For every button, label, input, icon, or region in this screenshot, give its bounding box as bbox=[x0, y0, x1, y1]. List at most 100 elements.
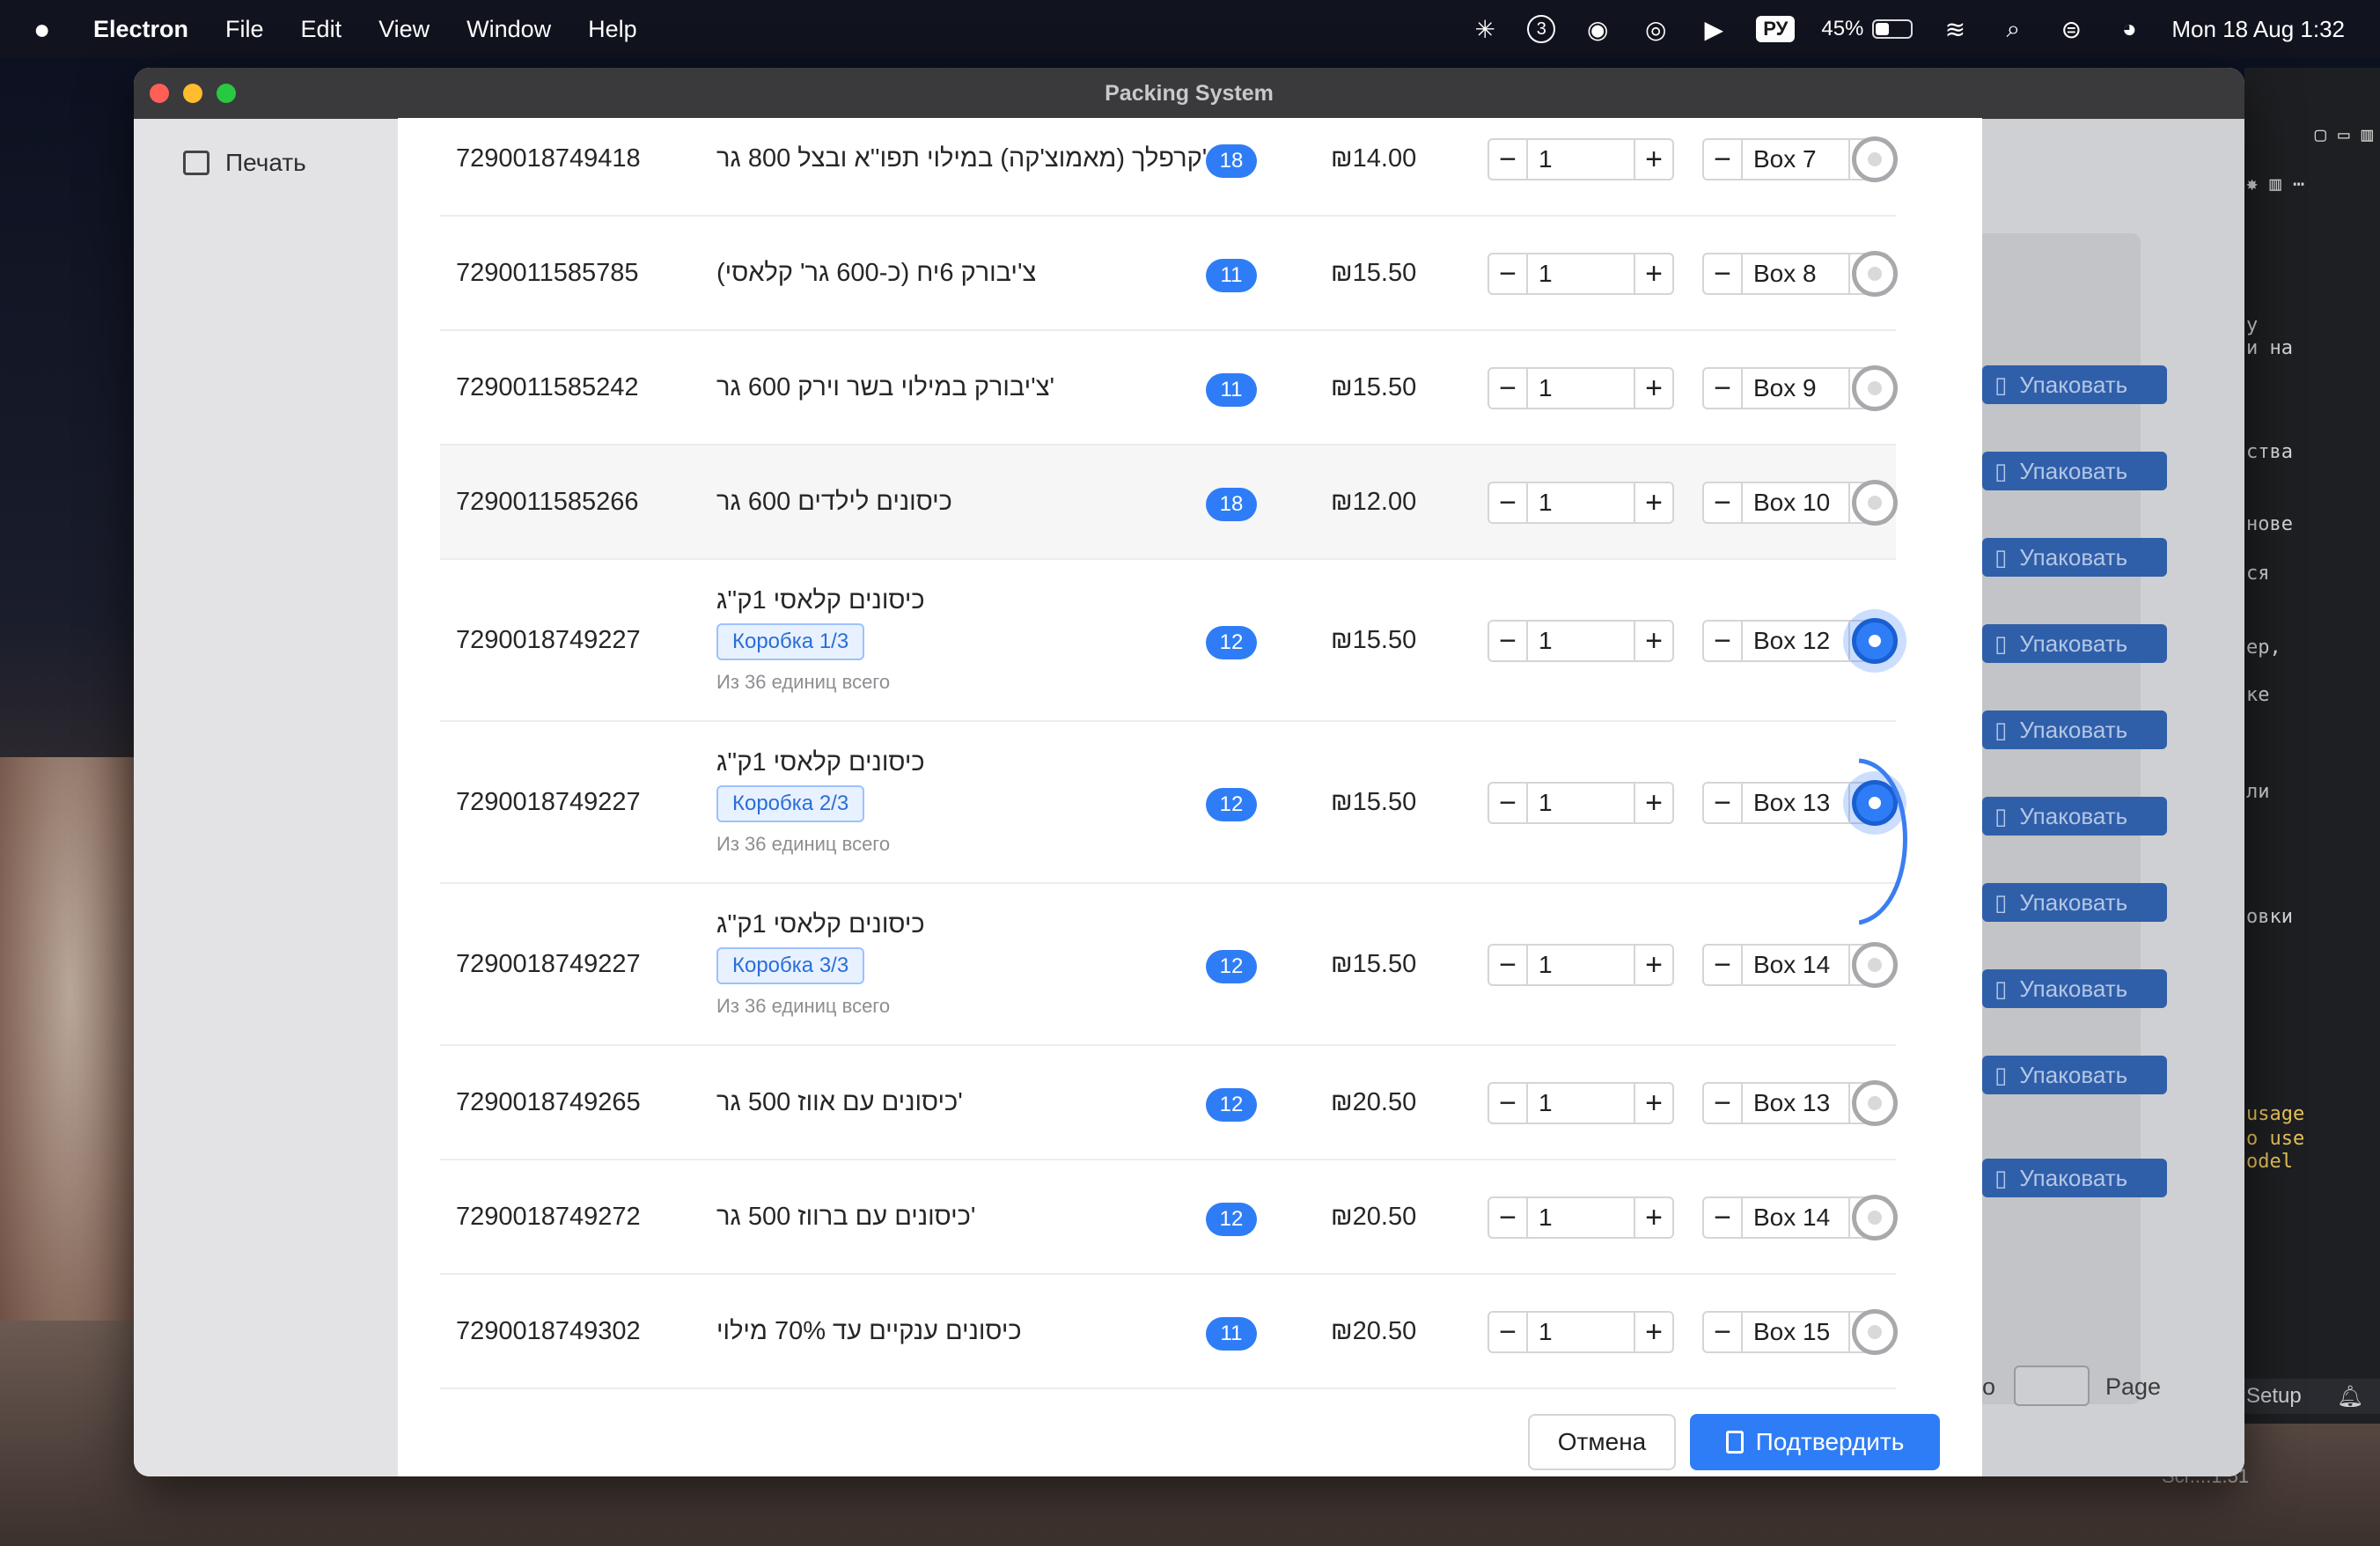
increment-button[interactable]: + bbox=[1634, 1084, 1672, 1123]
battery-status[interactable]: 45% bbox=[1821, 17, 1914, 41]
decrement-button[interactable]: − bbox=[1704, 622, 1743, 660]
quantity-stepper-value[interactable]: 1 bbox=[1528, 622, 1634, 660]
link-select-radio[interactable] bbox=[1852, 1309, 1898, 1355]
box-stepper-value[interactable]: Box 8 bbox=[1743, 254, 1848, 293]
increment-button[interactable]: + bbox=[1634, 369, 1672, 408]
decrement-button[interactable]: − bbox=[1489, 369, 1528, 408]
apple-menu-icon[interactable]: ● bbox=[33, 13, 60, 46]
link-select-radio[interactable] bbox=[1852, 480, 1898, 526]
link-select-radio[interactable] bbox=[1852, 1080, 1898, 1126]
decrement-button[interactable]: − bbox=[1489, 784, 1528, 822]
box-stepper-value[interactable]: Box 7 bbox=[1743, 140, 1848, 179]
box-stepper-value[interactable]: Box 10 bbox=[1743, 483, 1848, 522]
increment-button[interactable]: + bbox=[1634, 1313, 1672, 1351]
editor-toolbar-icons[interactable]: ▢ ▭ ▥ bbox=[2315, 124, 2373, 146]
zoom-window-button[interactable] bbox=[217, 84, 236, 103]
pack-button[interactable]: ▯ Упаковать bbox=[1982, 1056, 2167, 1094]
decrement-button[interactable]: − bbox=[1489, 254, 1528, 293]
decrement-button[interactable]: − bbox=[1704, 946, 1743, 984]
menu-edit[interactable]: Edit bbox=[301, 16, 342, 43]
quantity-stepper-value[interactable]: 1 bbox=[1528, 784, 1634, 822]
quantity-stepper-value[interactable]: 1 bbox=[1528, 1313, 1634, 1351]
decrement-button[interactable]: − bbox=[1489, 140, 1528, 179]
menu-clock[interactable]: Mon 18 Aug 1:32 bbox=[2171, 16, 2345, 43]
increment-button[interactable]: + bbox=[1634, 483, 1672, 522]
box-stepper-value[interactable]: Box 12 bbox=[1743, 622, 1848, 660]
link-select-radio[interactable] bbox=[1852, 1195, 1898, 1240]
link-select-radio[interactable] bbox=[1852, 251, 1898, 297]
decrement-button[interactable]: − bbox=[1489, 483, 1528, 522]
page-number-input[interactable] bbox=[2014, 1366, 2090, 1406]
pack-button[interactable]: ▯ Упаковать bbox=[1982, 452, 2167, 490]
pack-button[interactable]: ▯ Упаковать bbox=[1982, 883, 2167, 922]
increment-button[interactable]: + bbox=[1634, 1198, 1672, 1237]
decrement-button[interactable]: − bbox=[1489, 1084, 1528, 1123]
sparkle-icon[interactable]: ✳ bbox=[1469, 13, 1501, 45]
control-center-icon[interactable]: ⊜ bbox=[2055, 13, 2087, 45]
decrement-button[interactable]: − bbox=[1704, 483, 1743, 522]
pack-button[interactable]: ▯ Упаковать bbox=[1982, 365, 2167, 404]
quantity-stepper-value[interactable]: 1 bbox=[1528, 254, 1634, 293]
pack-button[interactable]: ▯ Упаковать bbox=[1982, 538, 2167, 577]
menu-file[interactable]: File bbox=[225, 16, 264, 43]
quantity-stepper-value[interactable]: 1 bbox=[1528, 369, 1634, 408]
editor-status-bar[interactable]: Setup 🔔︎ bbox=[2244, 1379, 2380, 1414]
quantity-stepper-value[interactable]: 1 bbox=[1528, 1084, 1634, 1123]
pack-button[interactable]: ▯ Упаковать bbox=[1982, 624, 2167, 663]
link-select-radio[interactable] bbox=[1852, 942, 1898, 988]
close-window-button[interactable] bbox=[150, 84, 169, 103]
decrement-button[interactable]: − bbox=[1704, 1084, 1743, 1123]
editor-toolbar-2[interactable]: ✸ ▥ ⋯ bbox=[2246, 173, 2304, 195]
link-select-radio[interactable] bbox=[1852, 365, 1898, 411]
cancel-button[interactable]: Отмена bbox=[1528, 1414, 1676, 1470]
bell-icon[interactable]: 🔔︎ bbox=[2337, 1384, 2363, 1410]
decrement-button[interactable]: − bbox=[1704, 784, 1743, 822]
quantity-stepper-value[interactable]: 1 bbox=[1528, 946, 1634, 984]
notification-count-icon[interactable]: 3 bbox=[1527, 15, 1556, 43]
print-button[interactable]: Печать bbox=[183, 149, 306, 177]
decrement-button[interactable]: − bbox=[1704, 254, 1743, 293]
increment-button[interactable]: + bbox=[1634, 622, 1672, 660]
decrement-button[interactable]: − bbox=[1704, 369, 1743, 408]
siri-icon[interactable]: ◕ bbox=[2113, 13, 2145, 45]
menu-help[interactable]: Help bbox=[588, 16, 637, 43]
android-icon[interactable]: ◉ bbox=[1582, 13, 1613, 45]
wifi-icon[interactable]: ≋ bbox=[1939, 13, 1971, 45]
decrement-button[interactable]: − bbox=[1489, 1313, 1528, 1351]
quantity-stepper-value[interactable]: 1 bbox=[1528, 1198, 1634, 1237]
input-language[interactable]: РУ bbox=[1756, 16, 1796, 42]
box-stepper-value[interactable]: Box 15 bbox=[1743, 1313, 1848, 1351]
increment-button[interactable]: + bbox=[1634, 784, 1672, 822]
quantity-stepper-value[interactable]: 1 bbox=[1528, 483, 1634, 522]
play-icon[interactable]: ▶ bbox=[1698, 13, 1730, 45]
decrement-button[interactable]: − bbox=[1489, 946, 1528, 984]
increment-button[interactable]: + bbox=[1634, 254, 1672, 293]
quantity-stepper-value[interactable]: 1 bbox=[1528, 140, 1634, 179]
confirm-button[interactable]: Подтвердить bbox=[1690, 1414, 1940, 1470]
box-stepper-value[interactable]: Box 9 bbox=[1743, 369, 1848, 408]
link-select-radio[interactable] bbox=[1852, 618, 1898, 664]
increment-button[interactable]: + bbox=[1634, 946, 1672, 984]
box-stepper-value[interactable]: Box 14 bbox=[1743, 1198, 1848, 1237]
link-select-radio[interactable] bbox=[1852, 136, 1898, 182]
decrement-button[interactable]: − bbox=[1489, 622, 1528, 660]
product-name: קרפלך (מאמוצ'קה) במילוי תפו''א ובצל 800 … bbox=[716, 144, 1208, 173]
box-stepper-value[interactable]: Box 13 bbox=[1743, 1084, 1848, 1123]
box-stepper-value[interactable]: Box 13 bbox=[1743, 784, 1848, 822]
decrement-button[interactable]: − bbox=[1489, 1198, 1528, 1237]
search-icon[interactable]: ⌕ bbox=[1997, 13, 2029, 45]
box-stepper-value[interactable]: Box 14 bbox=[1743, 946, 1848, 984]
compass-icon[interactable]: ◎ bbox=[1640, 13, 1671, 45]
decrement-button[interactable]: − bbox=[1704, 140, 1743, 179]
menu-view[interactable]: View bbox=[378, 16, 430, 43]
minimize-window-button[interactable] bbox=[183, 84, 202, 103]
decrement-button[interactable]: − bbox=[1704, 1313, 1743, 1351]
pack-button[interactable]: ▯ Упаковать bbox=[1982, 969, 2167, 1008]
decrement-button[interactable]: − bbox=[1704, 1198, 1743, 1237]
menu-app-name[interactable]: Electron bbox=[93, 16, 188, 43]
menu-window[interactable]: Window bbox=[466, 16, 551, 43]
pack-button[interactable]: ▯ Упаковать bbox=[1982, 797, 2167, 836]
pack-button[interactable]: ▯ Упаковать bbox=[1982, 1159, 2167, 1197]
increment-button[interactable]: + bbox=[1634, 140, 1672, 179]
pack-button[interactable]: ▯ Упаковать bbox=[1982, 710, 2167, 749]
